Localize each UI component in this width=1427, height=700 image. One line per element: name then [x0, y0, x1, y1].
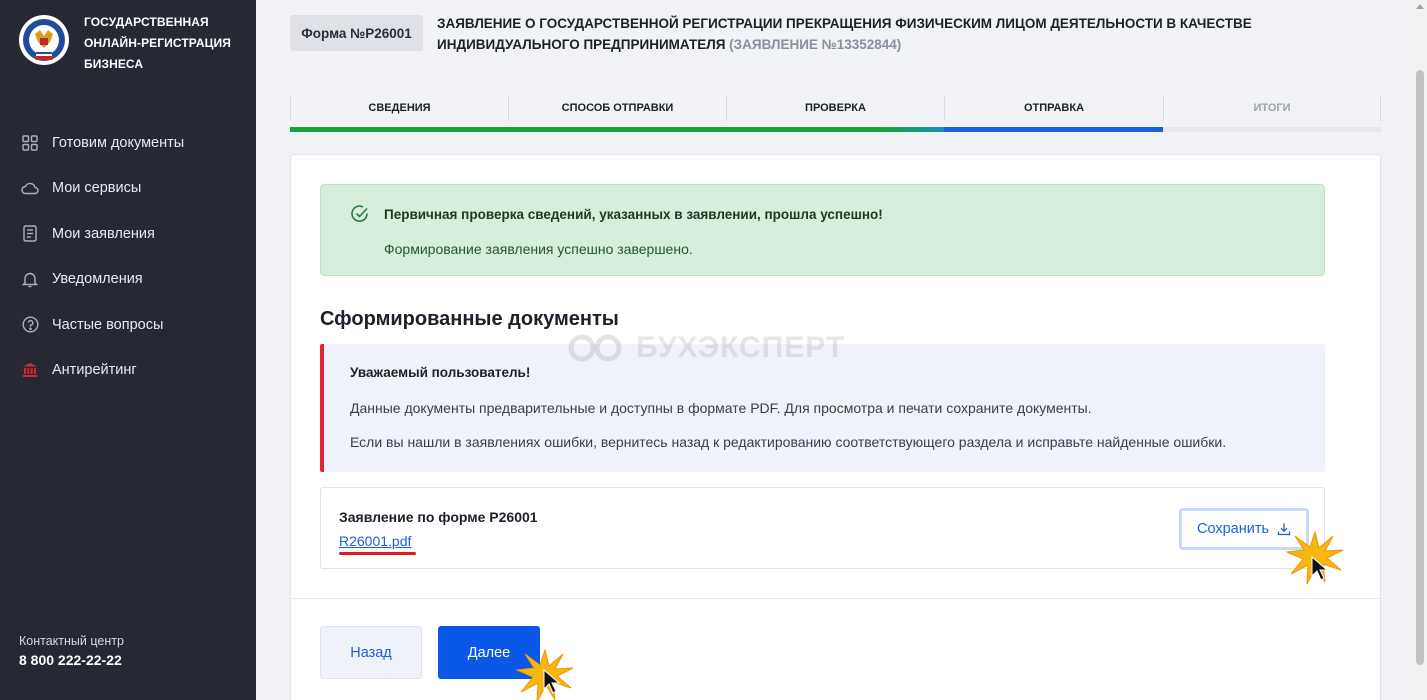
sidebar-item-services[interactable]: Мои сервисы: [0, 166, 256, 212]
sidebar-item-label: Антирейтинг: [52, 362, 137, 379]
main-card: Первичная проверка сведений, указанных в…: [290, 154, 1381, 700]
notice-text: Данные документы предварительные и досту…: [350, 400, 1092, 416]
cloud-icon: [21, 179, 39, 197]
document-row: Заявление по форме Р26001 R26001.pdf Сох…: [320, 487, 1325, 569]
notice-title: Уважаемый пользователь!: [350, 365, 531, 380]
back-button[interactable]: Назад: [320, 626, 422, 679]
progress-active: [944, 127, 1163, 132]
contact-label: Контактный центр: [19, 634, 124, 648]
document-name: Заявление по форме Р26001: [339, 509, 538, 525]
success-alert: Первичная проверка сведений, указанных в…: [320, 184, 1325, 276]
bell-icon: [21, 270, 39, 288]
sidebar-item-faq[interactable]: Частые вопросы: [0, 302, 256, 348]
sidebar-nav: Готовим документы Мои сервисы Мои заявле…: [0, 120, 256, 393]
watermark-logo: [568, 334, 622, 362]
sidebar: ГОСУДАРСТВЕННАЯ ОНЛАЙН-РЕГИСТРАЦИЯ БИЗНЕ…: [0, 0, 256, 700]
scrollbar-thumb[interactable]: [1416, 70, 1424, 665]
grid-icon: [21, 134, 39, 152]
question-icon: [21, 316, 39, 334]
success-text: Формирование заявления успешно завершено…: [384, 241, 693, 257]
sidebar-item-antirating[interactable]: Антирейтинг: [0, 348, 256, 394]
step-send[interactable]: ОТПРАВКА: [944, 95, 1163, 121]
save-button-label: Сохранить: [1196, 521, 1270, 537]
document-file-link[interactable]: R26001.pdf: [339, 533, 411, 549]
document-icon: [21, 225, 39, 243]
scroll-up-icon[interactable]: [1416, 4, 1424, 9]
watermark: БУХЭКСПЕРТ: [566, 331, 845, 365]
section-title: Сформированные документы: [320, 308, 619, 330]
form-number-badge: Форма №Р26001: [290, 15, 423, 51]
scrollbar[interactable]: [1413, 0, 1427, 700]
brand-line: ГОСУДАРСТВЕННАЯ: [84, 15, 209, 29]
sidebar-item-label: Мои заявления: [52, 225, 155, 242]
progress-done: [290, 127, 944, 132]
brand-name[interactable]: ГОСУДАРСТВЕННАЯ ОНЛАЙН-РЕГИСТРАЦИЯ БИЗНЕ…: [84, 12, 231, 75]
progress-steps: СВЕДЕНИЯ СПОСОБ ОТПРАВКИ ПРОВЕРКА ОТПРАВ…: [290, 95, 1381, 133]
sidebar-item-notifications[interactable]: Уведомления: [0, 257, 256, 303]
brand-line: ОНЛАЙН-РЕГИСТРАЦИЯ: [84, 36, 231, 50]
step-delivery-method[interactable]: СПОСОБ ОТПРАВКИ: [508, 95, 726, 121]
bank-icon: [21, 361, 39, 379]
step-check[interactable]: ПРОВЕРКА: [726, 95, 944, 121]
success-title: Первичная проверка сведений, указанных в…: [384, 207, 883, 222]
sidebar-item-documents[interactable]: Готовим документы: [0, 120, 256, 166]
emblem-logo[interactable]: [18, 12, 70, 68]
click-highlight-icon: [1285, 530, 1344, 585]
step-info[interactable]: СВЕДЕНИЯ: [290, 95, 508, 121]
notice-text: Если вы нашли в заявлениях ошибки, верни…: [350, 434, 1227, 450]
page-title: ЗАЯВЛЕНИЕ О ГОСУДАРСТВЕННОЙ РЕГИСТРАЦИИ …: [437, 13, 1337, 55]
sidebar-item-label: Мои сервисы: [52, 180, 142, 197]
divider: [291, 598, 1380, 599]
sidebar-item-applications[interactable]: Мои заявления: [0, 211, 256, 257]
step-results: ИТОГИ: [1163, 95, 1381, 121]
highlight-underline: [339, 552, 416, 555]
sidebar-item-label: Готовим документы: [52, 134, 185, 151]
sidebar-item-label: Уведомления: [52, 271, 143, 288]
brand-line: БИЗНЕСА: [84, 57, 144, 71]
click-highlight-icon: [515, 648, 574, 700]
check-circle-icon: [351, 205, 368, 222]
sidebar-item-label: Частые вопросы: [52, 316, 164, 333]
contact-phone[interactable]: 8 800 222-22-22: [19, 652, 124, 668]
contact-center: Контактный центр 8 800 222-22-22: [19, 634, 124, 668]
application-number: (ЗАЯВЛЕНИЕ №13352844): [729, 37, 902, 52]
watermark-text: БУХЭКСПЕРТ: [636, 331, 846, 364]
